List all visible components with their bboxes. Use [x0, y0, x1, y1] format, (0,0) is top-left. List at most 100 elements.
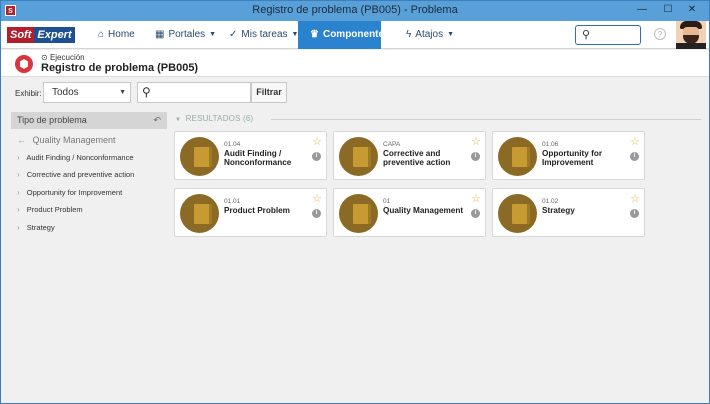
- results-label: RESULTADOS (6): [185, 114, 254, 123]
- chevron-right-icon: ›: [17, 222, 20, 232]
- book-icon: [498, 194, 537, 233]
- info-icon[interactable]: i: [471, 209, 480, 218]
- page-title: Registro de problema (PB005): [41, 62, 199, 74]
- info-icon[interactable]: i: [312, 209, 321, 218]
- sidebar-item-product-problem[interactable]: › Product Problem: [11, 201, 167, 218]
- sidebar-item-label: Strategy: [26, 222, 55, 232]
- filter-button[interactable]: Filtrar: [251, 82, 287, 103]
- results-divider: [271, 119, 701, 120]
- chevron-right-icon: ›: [17, 170, 20, 180]
- minimize-button[interactable]: —: [631, 3, 653, 17]
- book-icon: [339, 194, 378, 233]
- card-name: Audit Finding / Nonconformance: [224, 149, 292, 167]
- filter-bar: Exhibir: Todos ▼ ⚲ Filtrar: [1, 78, 709, 108]
- result-card[interactable]: 01.01 Product Problem ☆ i: [174, 188, 327, 237]
- global-search-input[interactable]: ⚲: [575, 25, 641, 45]
- grid-icon: ▦: [155, 29, 165, 40]
- card-name: Corrective and preventive action: [383, 149, 451, 167]
- sidebar-header: Tipo de problema ↶: [11, 112, 167, 129]
- info-icon[interactable]: i: [471, 152, 480, 161]
- result-card[interactable]: 01 Quality Management ☆ i: [333, 188, 486, 237]
- star-icon[interactable]: ☆: [312, 192, 322, 205]
- nav-componentes[interactable]: ♛ Componentes ▼: [298, 21, 401, 49]
- result-card[interactable]: CAPA Corrective and preventive action ☆ …: [333, 131, 486, 180]
- nav-home-label: Home: [108, 29, 135, 40]
- nav-tareas-label: Mis tareas: [241, 29, 288, 40]
- help-icon[interactable]: ?: [654, 28, 666, 40]
- sidebar-item-audit-finding[interactable]: › Audit Finding / Nonconformance: [11, 149, 167, 166]
- book-icon: [180, 194, 219, 233]
- result-card[interactable]: 01.06 Opportunity for Improvement ☆ i: [492, 131, 645, 180]
- chevron-right-icon: ›: [17, 153, 20, 162]
- card-code: 01.06: [542, 141, 559, 148]
- info-icon[interactable]: i: [630, 209, 639, 218]
- star-icon[interactable]: ☆: [471, 192, 481, 205]
- nav-atajos[interactable]: ϟ Atajos ▼: [406, 21, 454, 49]
- sidebar-item-label: Product Problem: [26, 205, 83, 215]
- logo-soft: Soft: [7, 27, 35, 43]
- book-icon: [339, 137, 378, 176]
- arrow-left-icon: ←: [17, 135, 26, 145]
- card-code: 01.02: [542, 198, 559, 205]
- nav-mis-tareas[interactable]: ✓ Mis tareas ▼: [229, 21, 298, 49]
- softexpert-logo[interactable]: Soft Expert: [7, 27, 75, 43]
- chevron-down-icon: ▼: [119, 89, 126, 96]
- chevron-down-icon: ▼: [393, 31, 401, 38]
- top-navbar: Soft Expert ⌂ Home ▦ Portales ▼ ✓ Mis ta…: [1, 21, 709, 49]
- nav-home[interactable]: ⌂ Home: [98, 21, 135, 49]
- display-select[interactable]: Todos ▼: [43, 82, 131, 103]
- result-card[interactable]: 01.02 Strategy ☆ i: [492, 188, 645, 237]
- user-avatar[interactable]: [676, 21, 706, 49]
- star-icon[interactable]: ☆: [471, 135, 481, 148]
- sidebar-root-item[interactable]: ← Quality Management: [11, 132, 167, 149]
- chevron-down-icon: ▼: [447, 31, 455, 38]
- chevron-right-icon: ›: [17, 205, 20, 215]
- close-button[interactable]: ✕: [681, 3, 703, 17]
- nav-componentes-label: Componentes: [322, 29, 390, 40]
- maximize-button[interactable]: ☐: [657, 3, 679, 17]
- page-header: ⊙ Ejecución Registro de problema (PB005): [1, 50, 709, 77]
- logo-expert: Expert: [34, 27, 75, 43]
- star-icon[interactable]: ☆: [630, 135, 640, 148]
- info-icon[interactable]: i: [630, 152, 639, 161]
- window-title: Registro de problema (PB005) - Problema: [252, 4, 458, 16]
- book-icon: [498, 137, 537, 176]
- card-code: 01: [383, 198, 391, 205]
- check-icon: ✓: [229, 29, 238, 40]
- sidebar-item-label: Audit Finding / Nonconformance: [26, 153, 134, 162]
- sidebar-root-label: Quality Management: [32, 135, 116, 145]
- execution-mode: ⊙ Ejecución: [41, 53, 85, 62]
- bolt-icon: ϟ: [406, 29, 412, 40]
- problem-icon: [15, 55, 33, 73]
- sidebar-item-label: Corrective and preventive action: [26, 170, 135, 180]
- trophy-icon: ♛: [310, 29, 319, 40]
- app-window: S Registro de problema (PB005) - Problem…: [0, 0, 710, 404]
- sidebar-item-capa[interactable]: › Corrective and preventive action: [11, 166, 167, 183]
- sidebar-item-strategy[interactable]: › Strategy: [11, 219, 167, 236]
- sidebar-title: Tipo de problema: [17, 115, 87, 125]
- chevron-down-icon: ▼: [209, 31, 217, 38]
- card-name: Quality Management: [383, 206, 464, 215]
- card-code: 01.04: [224, 141, 241, 148]
- card-code: 01.01: [224, 198, 241, 205]
- nav-portales[interactable]: ▦ Portales ▼: [155, 21, 216, 49]
- undo-icon[interactable]: ↶: [153, 112, 161, 129]
- home-icon: ⌂: [98, 29, 105, 40]
- filter-search-input[interactable]: ⚲: [137, 82, 251, 103]
- results-header[interactable]: ▼ RESULTADOS (6): [175, 114, 253, 123]
- card-name: Product Problem: [224, 206, 290, 215]
- card-name: Strategy: [542, 206, 575, 215]
- book-icon: [180, 137, 219, 176]
- chevron-right-icon: ›: [17, 187, 20, 197]
- info-icon[interactable]: i: [312, 152, 321, 161]
- chevron-down-icon: ▼: [175, 117, 182, 123]
- result-card[interactable]: 01.04 Audit Finding / Nonconformance ☆ i: [174, 131, 327, 180]
- display-label: Exhibir:: [15, 89, 42, 98]
- star-icon[interactable]: ☆: [630, 192, 640, 205]
- search-icon: ⚲: [142, 85, 151, 99]
- card-name: Opportunity for Improvement: [542, 149, 603, 167]
- display-select-value: Todos: [52, 87, 79, 98]
- sidebar-item-opportunity[interactable]: › Opportunity for Improvement: [11, 184, 167, 201]
- star-icon[interactable]: ☆: [312, 135, 322, 148]
- title-bar: S Registro de problema (PB005) - Problem…: [1, 1, 709, 21]
